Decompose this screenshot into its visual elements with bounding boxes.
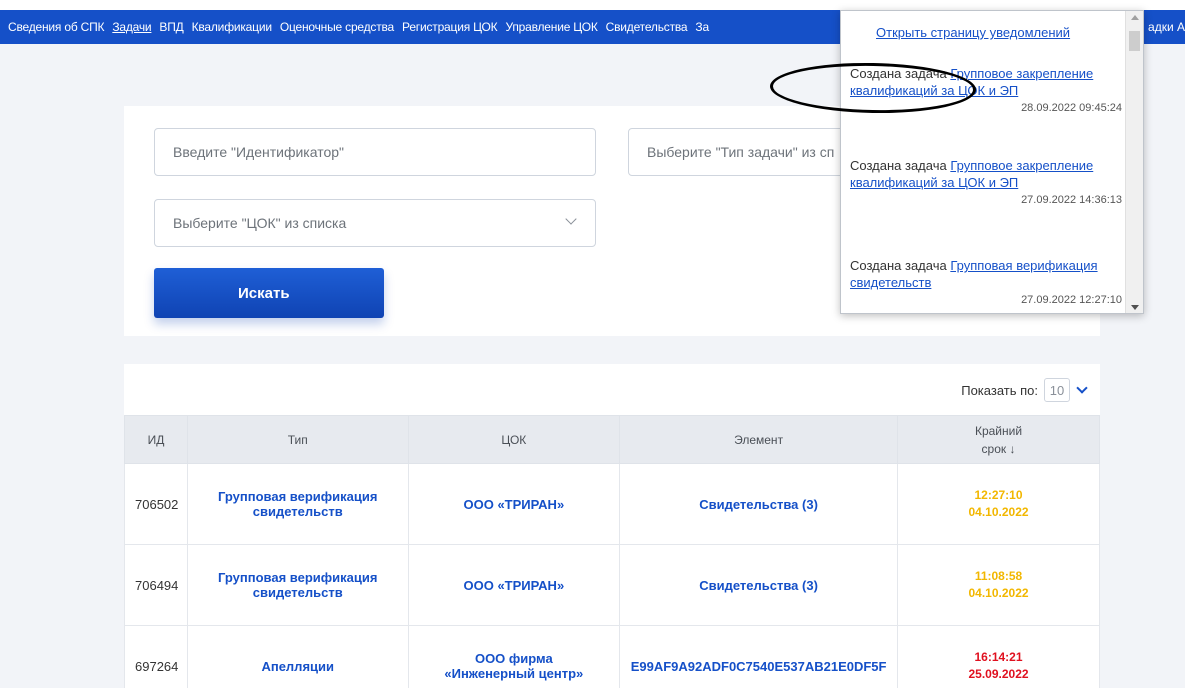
page-size-label: Показать по: xyxy=(961,382,1038,398)
cell-type-link[interactable]: Групповая верификация свидетельств xyxy=(218,570,377,600)
search-button[interactable]: Искать xyxy=(154,268,384,318)
table-header-row: ИД Тип ЦОК Элемент Крайний срок ↓ xyxy=(124,415,1100,464)
cell-element-link[interactable]: Свидетельства (3) xyxy=(699,578,818,593)
cell-id: 706494 xyxy=(124,544,188,626)
popup-scrollbar[interactable] xyxy=(1125,11,1143,313)
page-size-value[interactable]: 10 xyxy=(1044,378,1070,402)
notification-item: Создана задача Групповая верификация сви… xyxy=(850,257,1122,309)
tasks-table-panel: Показать по: 10 ИД Тип ЦОК Элемент Крайн… xyxy=(124,364,1100,688)
table-row[interactable]: 697264 Апелляции ООО фирма «Инженерный ц… xyxy=(124,625,1100,688)
deadline-time: 11:08:58 xyxy=(974,569,1023,583)
nav-item-spk-info[interactable]: Сведения об СПК xyxy=(8,20,105,34)
tasks-table: ИД Тип ЦОК Элемент Крайний срок ↓ 706502… xyxy=(124,415,1100,688)
nav-item-cok-registration[interactable]: Регистрация ЦОК xyxy=(402,20,498,34)
deadline-time: 16:14:21 xyxy=(974,650,1023,664)
deadline-date: 04.10.2022 xyxy=(968,505,1029,519)
nav-item-cok-management[interactable]: Управление ЦОК xyxy=(505,20,597,34)
cok-select-placeholder: Выберите "ЦОК" из списка xyxy=(173,215,347,231)
open-notifications-page-link[interactable]: Открыть страницу уведомлений xyxy=(876,25,1070,40)
notification-prefix: Создана задача xyxy=(850,258,947,273)
column-header-id[interactable]: ИД xyxy=(124,415,188,464)
cell-element-link[interactable]: Свидетельства (3) xyxy=(699,497,818,512)
notification-item: Создана задача Групповое закрепление ква… xyxy=(850,157,1122,209)
cell-cok-link[interactable]: ООО «ТРИРАН» xyxy=(464,578,565,593)
cell-cok-link[interactable]: ООО фирма «Инженерный центр» xyxy=(444,651,583,681)
notification-item: Создана задача Групповое закрепление ква… xyxy=(850,65,1122,117)
nav-item-vpd[interactable]: ВПД xyxy=(159,20,183,34)
table-row[interactable]: 706494 Групповая верификация свидетельст… xyxy=(124,544,1100,626)
cell-type-link[interactable]: Групповая верификация свидетельств xyxy=(218,489,377,519)
identifier-input[interactable]: Введите "Идентификатор" xyxy=(154,128,596,176)
column-header-element[interactable]: Элемент xyxy=(619,415,899,464)
cell-element-link[interactable]: E99AF9A92ADF0C7540E537AB21E0DF5F xyxy=(631,659,887,674)
notification-date: 27.09.2022 12:27:10 xyxy=(1021,294,1122,306)
deadline-time: 12:27:10 xyxy=(974,488,1023,502)
column-header-type[interactable]: Тип xyxy=(186,415,409,464)
deadline-date: 04.10.2022 xyxy=(968,586,1029,600)
cok-select[interactable]: Выберите "ЦОК" из списка xyxy=(154,199,596,247)
cell-type-link[interactable]: Апелляции xyxy=(261,659,334,674)
notification-date: 28.09.2022 09:45:24 xyxy=(1021,102,1122,114)
chevron-down-icon[interactable] xyxy=(1076,382,1088,394)
scroll-down-arrow-icon[interactable] xyxy=(1131,305,1139,310)
scrollbar-thumb[interactable] xyxy=(1129,31,1140,51)
nav-item-truncated[interactable]: За xyxy=(695,20,709,34)
column-header-deadline[interactable]: Крайний срок ↓ xyxy=(897,415,1100,464)
scroll-up-arrow-icon[interactable] xyxy=(1131,15,1139,20)
deadline-date: 25.09.2022 xyxy=(968,667,1029,681)
cell-cok-link[interactable]: ООО «ТРИРАН» xyxy=(464,497,565,512)
notification-prefix: Создана задача xyxy=(850,66,947,81)
table-row[interactable]: 706502 Групповая верификация свидетельст… xyxy=(124,463,1100,545)
nav-item-tail[interactable]: адки А xyxy=(1148,10,1185,44)
chevron-down-icon xyxy=(565,213,577,225)
notification-date: 27.09.2022 14:36:13 xyxy=(1021,194,1122,206)
nav-item-qualifications[interactable]: Квалификации xyxy=(192,20,272,34)
notifications-popup: Открыть страницу уведомлений Создана зад… xyxy=(840,10,1144,314)
page-size-selector[interactable]: Показать по: 10 xyxy=(961,378,1088,402)
nav-item-tasks[interactable]: Задачи xyxy=(112,20,151,34)
cell-id: 697264 xyxy=(124,625,188,688)
notification-prefix: Создана задача xyxy=(850,158,947,173)
nav-item-assessment-tools[interactable]: Оценочные средства xyxy=(280,20,394,34)
column-header-cok[interactable]: ЦОК xyxy=(407,415,621,464)
cell-id: 706502 xyxy=(124,463,188,545)
nav-item-certificates[interactable]: Свидетельства xyxy=(606,20,688,34)
